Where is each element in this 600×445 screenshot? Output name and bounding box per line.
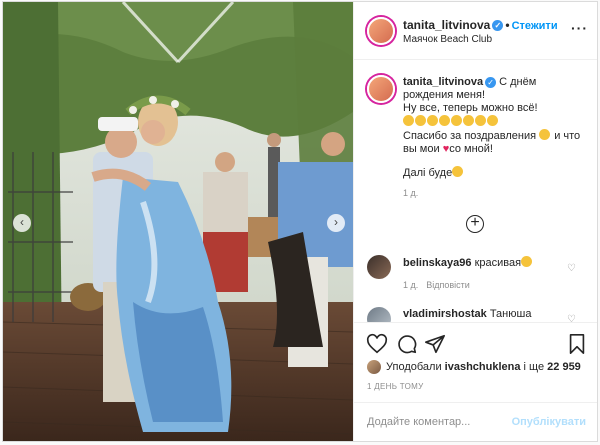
verified-badge-icon: ✓: [485, 76, 497, 88]
likes-middle: і ще: [523, 361, 545, 373]
heart-icon[interactable]: [366, 333, 388, 355]
load-more-comments-icon[interactable]: +: [466, 215, 484, 233]
liker-username[interactable]: ivashchuklena: [445, 361, 521, 373]
smile-emoji-icon: [452, 166, 464, 177]
share-icon[interactable]: [424, 333, 446, 355]
comment-icon[interactable]: [396, 333, 418, 355]
comment-meta: 1 д. Відповісти: [403, 280, 478, 290]
caption-emoji-row: [403, 115, 585, 129]
comment-like-icon[interactable]: ♡: [567, 314, 576, 322]
bookmark-icon[interactable]: [566, 333, 588, 355]
author-avatar[interactable]: [367, 17, 395, 45]
caption-line-4a: Спасибо за поздравления: [403, 130, 537, 142]
separator-dot: •: [505, 18, 510, 32]
comment-username[interactable]: vladimirshostak: [403, 308, 487, 320]
more-options-icon[interactable]: ···: [571, 20, 588, 36]
post-photo[interactable]: ‹ ›: [3, 2, 353, 441]
blushing-emoji-icon: [521, 256, 533, 267]
likes-count[interactable]: 22 959: [547, 361, 581, 373]
post-actions: Уподобали ivashchuklena і ще 22 959 1 ДЕ…: [354, 322, 597, 440]
laughing-emoji-icon: [475, 115, 486, 126]
laughing-emoji-icon: [487, 115, 498, 126]
comment-text: Танюша: [489, 308, 532, 320]
comment-avatar[interactable]: [367, 255, 391, 279]
caption-line-2: Ну все, теперь можно всё!: [403, 102, 538, 114]
post-header: tanita_litvinova ✓ • Стежити Маячок Beach C…: [354, 2, 597, 60]
caption-time[interactable]: 1 д.: [403, 188, 418, 198]
reply-button[interactable]: Відповісти: [426, 280, 470, 290]
author-username[interactable]: tanita_litvinova: [403, 18, 490, 32]
caption-line-4c: со мной!: [449, 143, 493, 155]
comment-like-icon[interactable]: ♡: [567, 263, 576, 274]
laughing-emoji-icon: [427, 115, 438, 126]
add-comment-bar: Додайте коментар... Опублікувати: [354, 402, 597, 440]
laughing-emoji-icon: [439, 115, 450, 126]
comments-list[interactable]: tanita_litvinova ✓ С днём рождения меня! …: [354, 60, 597, 322]
laughing-emoji-icon: [415, 115, 426, 126]
comment-time[interactable]: 1 д.: [403, 280, 418, 290]
caption-line-5: Далі буде: [403, 167, 453, 179]
publish-button[interactable]: Опублікувати: [512, 416, 586, 428]
liker-avatar[interactable]: [367, 360, 381, 374]
post-card: ‹ › tanita_litvinova ✓ • Стежити Маячок Bea…: [2, 1, 598, 442]
comment-username[interactable]: belinskaya96: [403, 257, 472, 269]
post-date[interactable]: 1 ДЕНЬ ТОМУ: [367, 382, 423, 391]
verified-badge-icon: ✓: [492, 20, 504, 32]
carousel-next-button[interactable]: ›: [327, 214, 345, 232]
post-caption: tanita_litvinova ✓ С днём рождения меня! …: [403, 76, 585, 180]
post-side-panel: tanita_litvinova ✓ • Стежити Маячок Beach C…: [353, 2, 597, 441]
likes-summary: Уподобали ivashchuklena і ще 22 959: [386, 361, 581, 373]
laughing-emoji-icon: [451, 115, 462, 126]
photo-image: [3, 2, 353, 441]
caption-username[interactable]: tanita_litvinova: [403, 76, 483, 88]
post-location[interactable]: Маячок Beach Club: [403, 34, 492, 45]
carousel-prev-button[interactable]: ‹: [13, 214, 31, 232]
comment-item: vladimirshostak Танюша: [403, 308, 531, 320]
laughing-emoji-icon: [403, 115, 414, 126]
laughing-emoji-icon: [463, 115, 474, 126]
comment-text: красивая: [474, 257, 522, 269]
likes-prefix: Уподобали: [386, 361, 442, 373]
comment-item: belinskaya96 красивая: [403, 256, 533, 269]
comment-input[interactable]: Додайте коментар...: [367, 416, 470, 428]
grinning-emoji-icon: [539, 129, 551, 140]
follow-button[interactable]: Стежити: [512, 20, 558, 32]
caption-author-avatar[interactable]: [367, 75, 395, 103]
comment-avatar[interactable]: [367, 307, 391, 322]
